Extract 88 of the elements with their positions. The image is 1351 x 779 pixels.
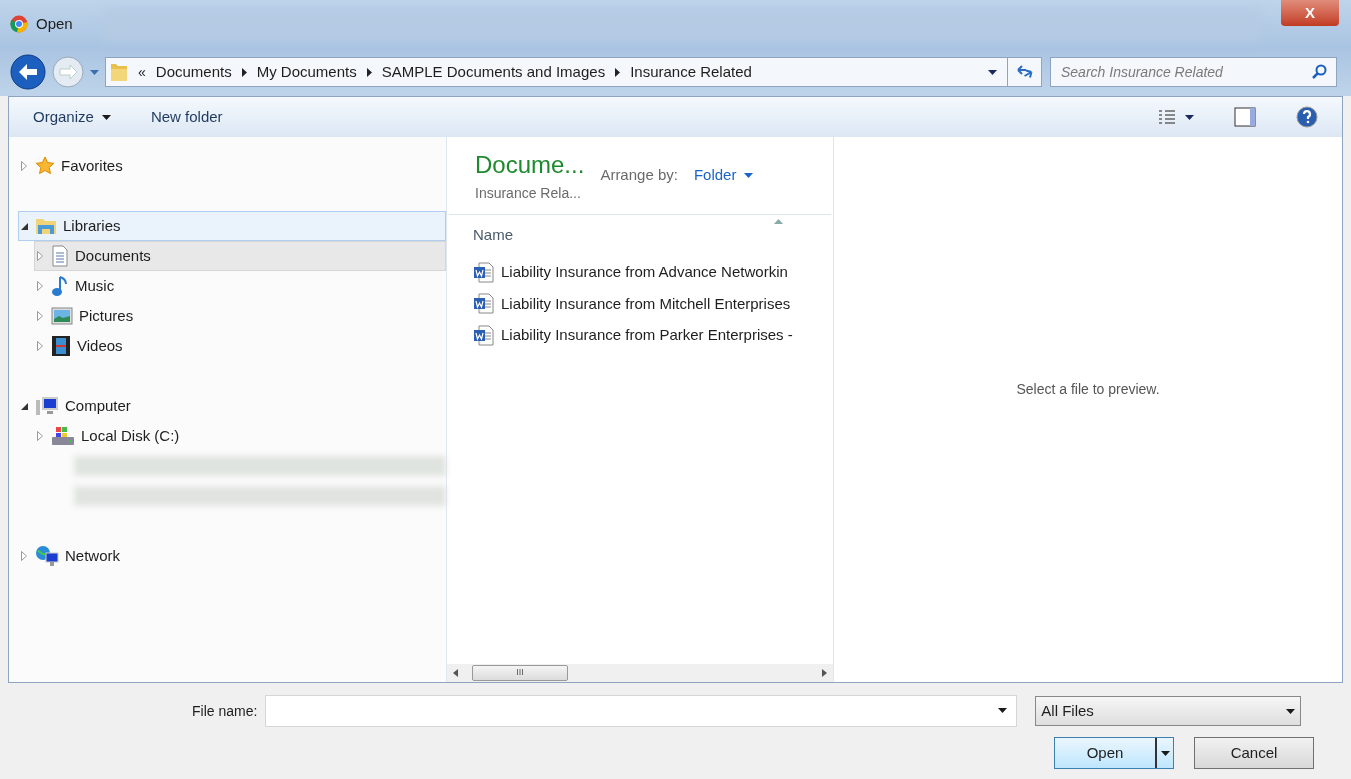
file-type-dropdown[interactable]: All Files: [1035, 696, 1302, 726]
library-subtitle: Insurance Rela...: [475, 184, 582, 203]
dropdown-caret-icon: [998, 708, 1008, 713]
breadcrumb-item[interactable]: Documents: [155, 60, 232, 84]
help-icon[interactable]: [1296, 106, 1318, 128]
tree-label: Documents: [75, 245, 151, 266]
tree-label: Favorites: [61, 155, 123, 176]
breadcrumb-item[interactable]: SAMPLE Documents and Images: [381, 60, 606, 84]
tree-label: Videos: [77, 335, 123, 356]
breadcrumb-item[interactable]: My Documents: [256, 60, 357, 84]
music-note-icon: [51, 275, 69, 297]
library-title: Docume...: [475, 150, 585, 180]
new-folder-button[interactable]: New folder: [150, 105, 223, 129]
arrange-by-dropdown[interactable]: Folder: [693, 164, 754, 187]
file-name-field[interactable]: [265, 695, 1018, 727]
collapsed-arrow-icon[interactable]: [35, 251, 45, 261]
folder-icon: [110, 61, 128, 83]
expanded-arrow-icon[interactable]: [19, 222, 29, 230]
expanded-arrow-icon[interactable]: [19, 402, 29, 410]
search-field[interactable]: Search Insurance Related: [1050, 57, 1337, 87]
scroll-right-icon[interactable]: [822, 669, 827, 677]
computer-icon: [35, 396, 59, 416]
preview-message: Select a file to preview.: [1016, 380, 1160, 399]
word-document-icon: [473, 324, 495, 346]
tree-item[interactable]: Libraries: [18, 211, 446, 241]
picture-icon: [51, 307, 73, 325]
refresh-icon: [1015, 64, 1034, 80]
network-icon: [35, 545, 59, 567]
tree-item[interactable]: Network: [18, 541, 446, 571]
tree-item[interactable]: Videos: [34, 331, 446, 361]
collapsed-arrow-icon[interactable]: [35, 341, 45, 351]
collapsed-arrow-icon[interactable]: [19, 161, 29, 171]
split-caret-icon: [1160, 750, 1170, 756]
window-title: Open: [36, 13, 73, 34]
collapsed-arrow-icon[interactable]: [35, 311, 45, 321]
tree-item[interactable]: Pictures: [34, 301, 446, 331]
scroll-left-icon[interactable]: [453, 669, 458, 677]
tree-item[interactable]: Local Disk (C:): [34, 421, 446, 451]
document-icon: [51, 245, 69, 267]
tree-item[interactable]: Music: [34, 271, 446, 301]
preview-pane-icon[interactable]: [1234, 107, 1256, 127]
arrange-by-label: Arrange by:: [600, 165, 678, 186]
tree-label: Pictures: [79, 305, 134, 326]
address-dropdown-caret-icon: [988, 69, 997, 75]
sort-arrow-icon: [774, 219, 783, 224]
open-button[interactable]: Open: [1054, 737, 1174, 769]
word-document-icon: [473, 293, 495, 315]
caret-icon: [744, 173, 754, 178]
organize-menu[interactable]: Organize: [33, 105, 111, 129]
name-column-header[interactable]: Name: [473, 223, 513, 247]
collapsed-arrow-icon[interactable]: [19, 551, 29, 561]
scroll-thumb[interactable]: III: [472, 665, 568, 681]
file-item[interactable]: Liability Insurance from Parker Enterprises -: [473, 324, 833, 347]
file-item[interactable]: Liability Insurance from Advance Networkin: [473, 261, 833, 284]
star-icon: [35, 156, 55, 176]
chevron-right-icon[interactable]: [366, 67, 372, 77]
file-name-label: File name:: [192, 701, 258, 721]
file-item[interactable]: Liability Insurance from Mitchell Enterprises: [473, 292, 833, 315]
caret-icon: [101, 114, 111, 120]
tree-label: Local Disk (C:): [81, 425, 180, 446]
tree-label: Computer: [65, 395, 131, 416]
tree-item[interactable]: Documents: [34, 241, 446, 271]
film-icon: [51, 335, 71, 357]
breadcrumb-item[interactable]: Insurance Related: [630, 60, 752, 84]
app-icon: [10, 15, 28, 33]
word-document-icon: [473, 261, 495, 283]
breadcrumb-overflow[interactable]: «: [138, 61, 146, 83]
tree-label: Music: [75, 275, 115, 296]
chevron-right-icon[interactable]: [241, 67, 247, 77]
tree-item[interactable]: Computer: [18, 391, 446, 421]
address-bar[interactable]: « Documents My Documents SAMPLE Documents and Images Insurance Related: [105, 57, 1042, 87]
search-icon[interactable]: [1311, 64, 1327, 80]
history-caret-icon: [90, 69, 99, 75]
horizontal-scrollbar[interactable]: III: [447, 664, 833, 682]
tree-label: Network: [65, 545, 120, 566]
close-button[interactable]: X: [1281, 0, 1339, 26]
tree-label: Libraries: [63, 215, 121, 236]
cancel-button[interactable]: Cancel: [1194, 737, 1314, 769]
chevron-right-icon[interactable]: [615, 67, 621, 77]
library-folder-icon: [35, 216, 57, 236]
caret-icon: [1286, 708, 1296, 714]
tree-item[interactable]: Favorites: [18, 151, 446, 181]
view-caret-icon: [1185, 114, 1194, 120]
view-options-icon[interactable]: [1157, 109, 1177, 125]
collapsed-arrow-icon[interactable]: [35, 431, 45, 441]
drive-icon: [51, 425, 75, 447]
back-button-icon[interactable]: [10, 54, 46, 90]
collapsed-arrow-icon[interactable]: [35, 281, 45, 291]
